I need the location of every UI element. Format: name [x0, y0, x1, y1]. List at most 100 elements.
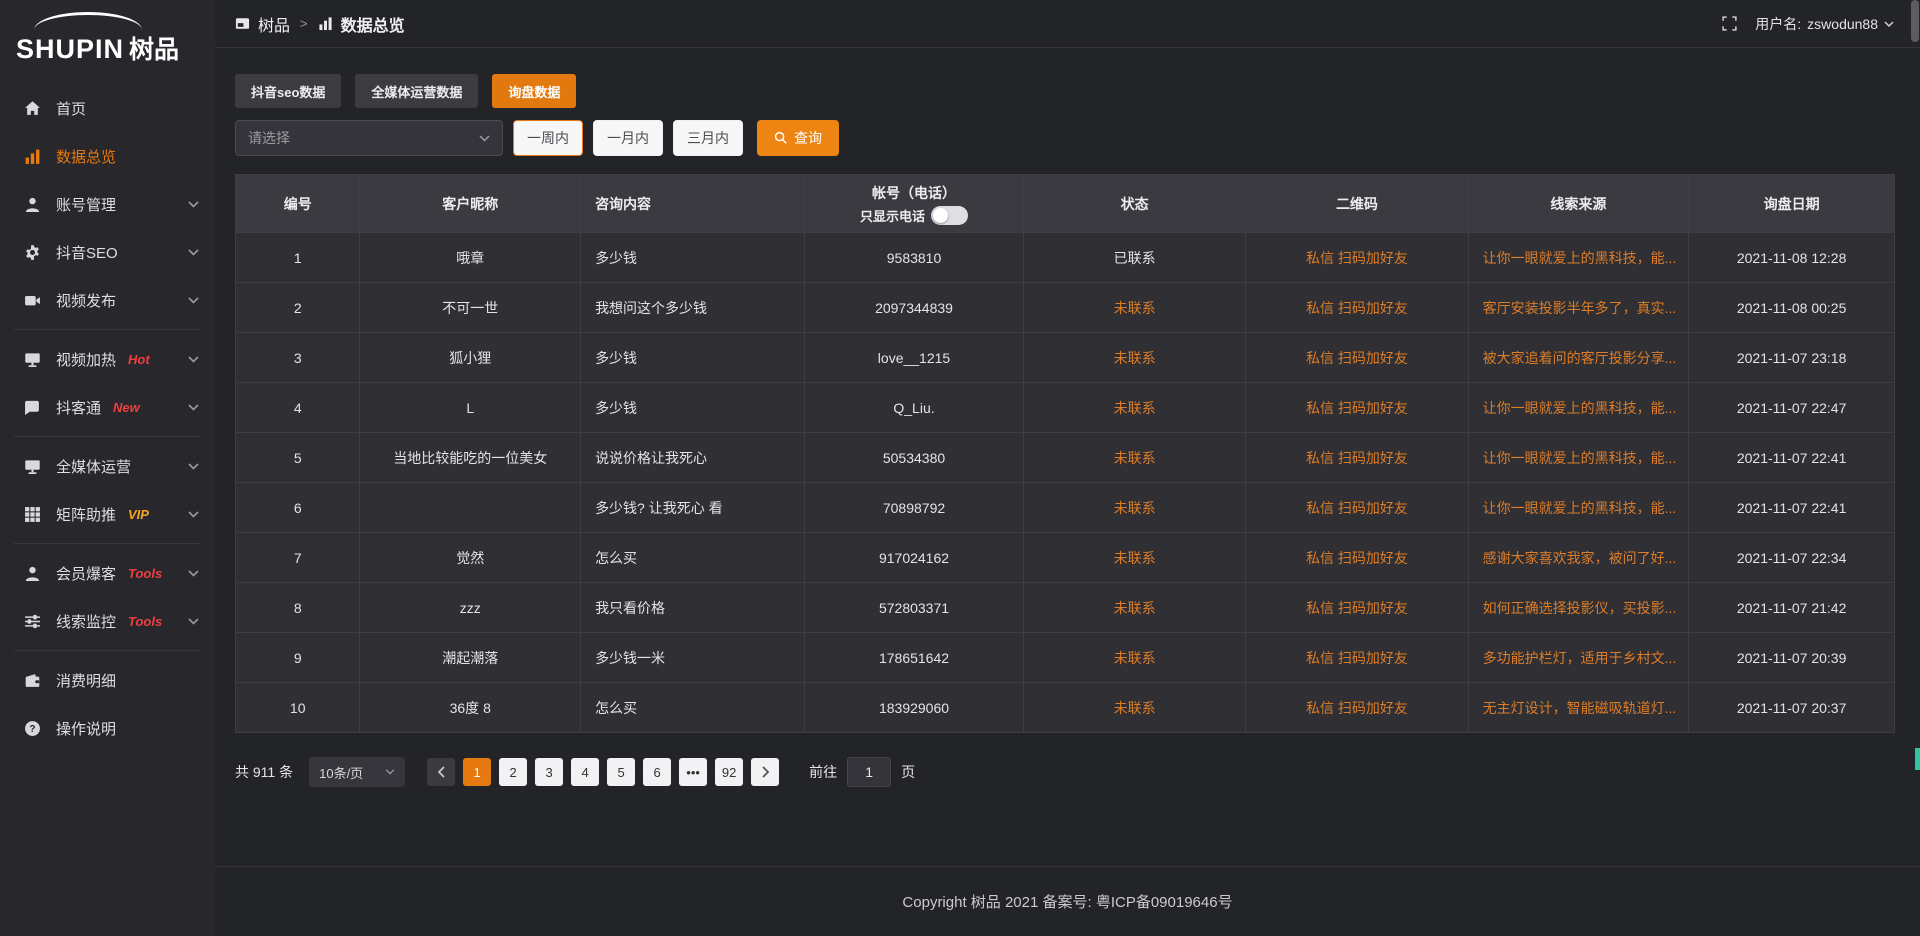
qrcode-link[interactable]: 私信 扫码加好友	[1246, 633, 1468, 683]
user-menu[interactable]: 用户名: zswodun88	[1755, 14, 1894, 34]
qrcode-link[interactable]: 私信 扫码加好友	[1246, 333, 1468, 383]
chevron-down-icon	[479, 135, 490, 142]
tab-omnimedia-data[interactable]: 全媒体运营数据	[355, 74, 478, 108]
sidebar-item-home[interactable]: 首页	[0, 84, 215, 132]
col-header-date: 询盘日期	[1689, 175, 1895, 233]
status-badge: 已联系	[1024, 233, 1246, 283]
sidebar-item-douyin-seo[interactable]: 抖音SEO	[0, 228, 215, 276]
search-button[interactable]: 查询	[757, 120, 839, 156]
qrcode-link[interactable]: 私信 扫码加好友	[1246, 683, 1468, 733]
cell-date: 2021-11-07 22:34	[1689, 533, 1895, 583]
sidebar-item-video-heat[interactable]: 视频加热 Hot	[0, 335, 215, 383]
prev-page-button[interactable]	[427, 758, 455, 786]
cell-account: Q_Liu.	[805, 383, 1024, 433]
chevron-down-icon	[385, 769, 395, 775]
page-ellipsis-button[interactable]: •••	[679, 758, 707, 786]
cell-no: 3	[236, 333, 360, 383]
page-size-value: 10条/页	[319, 763, 363, 782]
page-button-92[interactable]: 92	[715, 758, 743, 786]
sidebar-item-label: 数据总览	[56, 146, 116, 167]
sidebar-item-instructions[interactable]: 操作说明	[0, 704, 215, 752]
chevron-down-icon	[188, 618, 199, 625]
goto-page-input[interactable]	[847, 757, 891, 787]
logo-text-en: SHUPIN	[16, 34, 124, 65]
cell-no: 6	[236, 483, 360, 533]
cell-nickname: 当地比较能吃的一位美女	[360, 433, 581, 483]
window-icon	[235, 16, 250, 31]
cell-no: 10	[236, 683, 360, 733]
status-badge: 未联系	[1024, 683, 1246, 733]
sidebar-item-member-burst[interactable]: 会员爆客 Tools	[0, 549, 215, 597]
sidebar-item-matrix-boost[interactable]: 矩阵助推 VIP	[0, 490, 215, 538]
table-row: 5 当地比较能吃的一位美女 说说价格让我死心 50534380 未联系 私信 扫…	[236, 433, 1895, 483]
status-badge: 未联系	[1024, 533, 1246, 583]
filter-select[interactable]: 请选择	[235, 120, 503, 156]
range-month-button[interactable]: 一月内	[593, 120, 663, 156]
phone-only-toggle[interactable]	[931, 206, 968, 225]
col-header-status: 状态	[1024, 175, 1246, 233]
sidebar-item-consumption-detail[interactable]: 消费明细	[0, 656, 215, 704]
source-link[interactable]: 如何正确选择投影仪，买投影...	[1468, 583, 1689, 633]
sidebar-item-douketong[interactable]: 抖客通 New	[0, 383, 215, 431]
sidebar-item-lead-monitor[interactable]: 线索监控 Tools	[0, 597, 215, 645]
qrcode-link[interactable]: 私信 扫码加好友	[1246, 583, 1468, 633]
cell-account: 183929060	[805, 683, 1024, 733]
cell-date: 2021-11-07 20:37	[1689, 683, 1895, 733]
cell-date: 2021-11-07 22:47	[1689, 383, 1895, 433]
page-button-4[interactable]: 4	[571, 758, 599, 786]
cell-content: 我只看价格	[581, 583, 805, 633]
page-button-3[interactable]: 3	[535, 758, 563, 786]
tab-inquiry-data[interactable]: 询盘数据	[492, 74, 576, 108]
next-page-button[interactable]	[751, 758, 779, 786]
video-camera-icon	[24, 292, 41, 309]
cell-nickname: 觉然	[360, 533, 581, 583]
tab-douyin-seo-data[interactable]: 抖音seo数据	[235, 74, 341, 108]
qrcode-link[interactable]: 私信 扫码加好友	[1246, 383, 1468, 433]
sidebar-item-video-publish[interactable]: 视频发布	[0, 276, 215, 324]
cell-no: 8	[236, 583, 360, 633]
table-row: 10 36度 8 怎么买 183929060 未联系 私信 扫码加好友 无主灯设…	[236, 683, 1895, 733]
col-header-account: 帐号（电话） 只显示电话	[805, 175, 1024, 233]
source-link[interactable]: 多功能护栏灯，适用于乡村文...	[1468, 633, 1689, 683]
range-week-button[interactable]: 一周内	[513, 120, 583, 156]
qrcode-link[interactable]: 私信 扫码加好友	[1246, 283, 1468, 333]
page-button-6[interactable]: 6	[643, 758, 671, 786]
source-link[interactable]: 让你一眼就爱上的黑科技，能...	[1468, 433, 1689, 483]
source-link[interactable]: 被大家追着问的客厅投影分享...	[1468, 333, 1689, 383]
source-link[interactable]: 让你一眼就爱上的黑科技，能...	[1468, 383, 1689, 433]
breadcrumb-root[interactable]: 树品	[258, 12, 290, 36]
cell-no: 5	[236, 433, 360, 483]
cell-account: 2097344839	[805, 283, 1024, 333]
range-quarter-button[interactable]: 三月内	[673, 120, 743, 156]
side-widget-sliver	[1915, 748, 1920, 770]
source-link[interactable]: 让你一眼就爱上的黑科技，能...	[1468, 233, 1689, 283]
source-link[interactable]: 感谢大家喜欢我家，被问了好...	[1468, 533, 1689, 583]
qrcode-link[interactable]: 私信 扫码加好友	[1246, 433, 1468, 483]
cell-account: 70898792	[805, 483, 1024, 533]
source-link[interactable]: 无主灯设计，智能磁吸轨道灯...	[1468, 683, 1689, 733]
page-size-select[interactable]: 10条/页	[309, 757, 405, 787]
status-badge: 未联系	[1024, 483, 1246, 533]
qrcode-link[interactable]: 私信 扫码加好友	[1246, 533, 1468, 583]
bar-chart-icon	[318, 16, 333, 31]
source-link[interactable]: 让你一眼就爱上的黑科技，能...	[1468, 483, 1689, 533]
qrcode-link[interactable]: 私信 扫码加好友	[1246, 233, 1468, 283]
page-button-5[interactable]: 5	[607, 758, 635, 786]
page-button-2[interactable]: 2	[499, 758, 527, 786]
qrcode-link[interactable]: 私信 扫码加好友	[1246, 483, 1468, 533]
cell-nickname: 潮起潮落	[360, 633, 581, 683]
scrollbar-thumb[interactable]	[1911, 0, 1919, 42]
cell-date: 2021-11-07 20:39	[1689, 633, 1895, 683]
page-button-1[interactable]: 1	[463, 758, 491, 786]
goto-unit-label: 页	[901, 762, 915, 782]
table-row: 9 潮起潮落 多少钱一米 178651642 未联系 私信 扫码加好友 多功能护…	[236, 633, 1895, 683]
col-header-account-title: 帐号（电话）	[805, 183, 1023, 204]
cell-account: 50534380	[805, 433, 1024, 483]
status-badge: 未联系	[1024, 583, 1246, 633]
sidebar-item-account-mgmt[interactable]: 账号管理	[0, 180, 215, 228]
sidebar-item-omnimedia[interactable]: 全媒体运营	[0, 442, 215, 490]
fullscreen-icon[interactable]	[1722, 16, 1737, 31]
sidebar-item-data-overview[interactable]: 数据总览	[0, 132, 215, 180]
cell-content: 说说价格让我死心	[581, 433, 805, 483]
source-link[interactable]: 客厅安装投影半年多了，真实...	[1468, 283, 1689, 333]
